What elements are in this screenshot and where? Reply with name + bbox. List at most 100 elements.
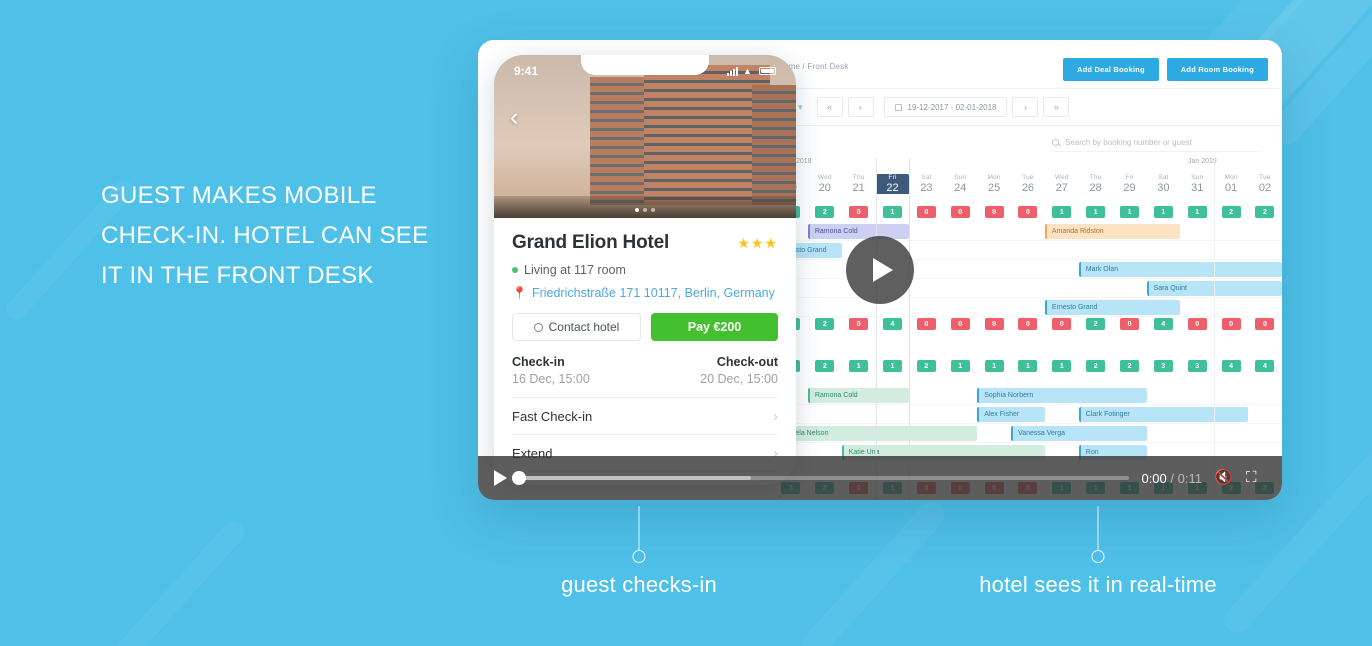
search-input[interactable]: Search by booking number or guest (1052, 138, 1262, 152)
date-range-picker[interactable]: 19-12-2017 - 02-01-2018 (883, 97, 1008, 117)
availability-badge: 2 (1086, 360, 1106, 372)
booking-bar[interactable]: Clark Fotinger (1078, 407, 1249, 422)
checkin-checkout-row: Check-in 16 Dec, 15:00 Check-out 20 Dec,… (512, 355, 778, 386)
day-of-week: Fri (1125, 174, 1134, 181)
prev-page-button[interactable]: ‹ (847, 97, 874, 117)
status-dot-icon (512, 267, 518, 273)
foreground-palms (494, 196, 796, 218)
calendar-day-27[interactable]: Wed 27 (1045, 174, 1079, 194)
calendar-gridline (1214, 158, 1216, 500)
calendar-day-02[interactable]: Tue 02 (1248, 174, 1282, 194)
day-number: 25 (987, 182, 1001, 194)
play-button-overlay[interactable] (846, 236, 914, 304)
availability-badge: 1 (883, 206, 902, 218)
calendar-day-01[interactable]: Mon 01 (1214, 174, 1248, 194)
reservation-row: ••• (774, 298, 1282, 317)
pay-button[interactable]: Pay €200 (651, 313, 778, 341)
time-separator: / (1170, 470, 1175, 486)
wifi-icon (743, 67, 754, 75)
calendar-day-headers: Tue19Wed20Thu21Fri22Sat23Sun24Mon25Tue26… (774, 174, 1282, 194)
first-page-button[interactable]: « (816, 97, 843, 117)
availability-cell: 0 (842, 206, 876, 218)
total-time: 0:11 (1177, 470, 1202, 486)
calendar-day-23[interactable]: Sat 23 (909, 174, 943, 194)
calendar-day-28[interactable]: Thu 28 (1079, 174, 1113, 194)
availability-badge: 0 (1052, 318, 1072, 330)
availability-cell: 1 (1113, 206, 1147, 218)
availability-badge: 0 (849, 318, 869, 330)
booking-bar[interactable]: Mark Olan (1078, 262, 1282, 277)
headline-text: GUEST MAKES MOBILE CHECK-IN. HOTEL CAN S… (101, 182, 429, 289)
availability-badge: 0 (1120, 318, 1140, 330)
booking-bar[interactable]: Amanda Ridston (1044, 224, 1181, 239)
dot[interactable] (643, 208, 647, 212)
availability-cell: 1 (842, 360, 876, 372)
progress-handle[interactable] (512, 471, 526, 485)
availability-badge: 1 (1052, 206, 1072, 218)
decorative-stripe (796, 496, 950, 646)
calendar-day-20[interactable]: Wed 20 (808, 174, 842, 194)
availability-cell: 1 (1079, 206, 1113, 218)
location-pin-icon: 📍 (512, 286, 527, 300)
contact-hotel-button[interactable]: Contact hotel (512, 313, 641, 341)
chevron-down-icon[interactable]: ▾ (798, 102, 803, 113)
booking-bar[interactable]: Sophia Norbern (977, 388, 1147, 403)
availability-cell: 0 (842, 318, 876, 330)
availability-badge: 3 (1153, 360, 1173, 372)
mute-button[interactable]: 🔇 (1214, 468, 1234, 488)
dot-active[interactable] (635, 208, 639, 212)
availability-row: 321121111223344 (774, 360, 1282, 372)
availability-cell: 4 (1248, 360, 1282, 372)
calendar-day-21[interactable]: Thu 21 (842, 174, 876, 194)
availability-badge: 0 (916, 206, 936, 218)
photo-pagination-dots[interactable] (635, 208, 655, 212)
fullscreen-button[interactable]: ⛶ (1246, 468, 1266, 488)
add-deal-booking-button[interactable]: Add Deal Booking (1063, 58, 1159, 81)
booking-bar[interactable]: Ramona Cold (807, 224, 910, 239)
play-icon[interactable] (494, 470, 507, 486)
progress-buffered (519, 476, 751, 480)
calendar-day-26[interactable]: Tue 26 (1011, 174, 1045, 194)
callout-right-label: hotel sees it in real-time (979, 572, 1217, 597)
dot[interactable] (651, 208, 655, 212)
booking-bar[interactable]: Ramona Cold (807, 388, 910, 403)
availability-badge: 0 (984, 206, 1004, 218)
availability-badge: 1 (984, 360, 1004, 372)
calendar-gridline (875, 158, 877, 500)
calendar-day-30[interactable]: Sat 30 (1146, 174, 1180, 194)
day-of-week: Mon (987, 174, 1001, 181)
availability-badge: 0 (1018, 206, 1038, 218)
availability-cell: 1 (1180, 206, 1214, 218)
availability-cell: 4 (1146, 318, 1180, 330)
last-page-button[interactable]: » (1043, 97, 1070, 117)
calendar-day-31[interactable]: Sun 31 (1180, 174, 1214, 194)
availability-row: 120100001111122 (774, 206, 1282, 218)
fast-checkin-row[interactable]: Fast Check-in › (512, 398, 778, 435)
booking-bar[interactable]: Alex Fisher (977, 407, 1045, 422)
chevron-right-icon: › (773, 407, 778, 425)
phone-mockup: 9:41 ‹ Grand Elion Hotel ★★★ Living at 1… (494, 55, 796, 485)
video-player-card[interactable]: Home / Front Desk Add Deal Booking Add R… (478, 40, 1282, 500)
booking-bar[interactable]: Vanessa Verga (1011, 426, 1147, 441)
day-number: 26 (1021, 182, 1035, 194)
availability-badge: 1 (950, 360, 970, 372)
calendar-day-24[interactable]: Sun 24 (943, 174, 977, 194)
add-room-booking-button[interactable]: Add Room Booking (1166, 58, 1268, 81)
availability-cell: 2 (1113, 360, 1147, 372)
booking-bar[interactable]: Ernesto Grand (1044, 300, 1181, 315)
calendar-day-29[interactable]: Fri 29 (1113, 174, 1147, 194)
calendar-day-22[interactable]: Fri 22 (875, 174, 910, 194)
callout-stem (1097, 506, 1099, 550)
progress-bar[interactable] (512, 471, 1130, 485)
calendar-day-25[interactable]: Mon 25 (977, 174, 1011, 194)
availability-badge: 2 (1221, 206, 1241, 218)
chat-icon (533, 322, 543, 332)
date-range-value: 19-12-2017 - 02-01-2018 (907, 102, 997, 112)
day-number: 20 (818, 182, 831, 194)
back-icon[interactable]: ‹ (510, 103, 518, 132)
next-page-button[interactable]: › (1012, 97, 1039, 117)
checkout-label: Check-out (716, 355, 778, 369)
day-number: 29 (1123, 182, 1136, 194)
availability-badge: 2 (1086, 318, 1106, 330)
hotel-address-row[interactable]: 📍 Friedrichstraße 171 10117, Berlin, Ger… (512, 286, 778, 300)
